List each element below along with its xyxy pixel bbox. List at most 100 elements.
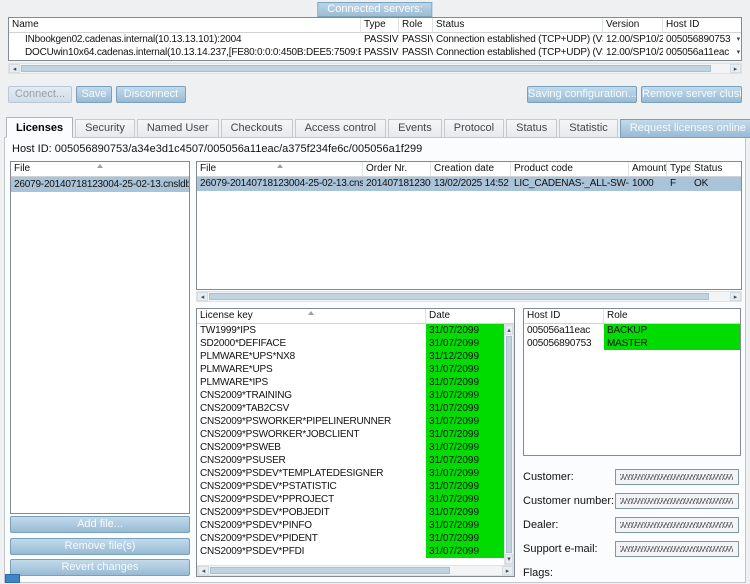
customer-field[interactable] xyxy=(615,469,739,485)
license-key-row[interactable]: CNS2009*PSWORKER*JOBCLIENT31/07/2099 xyxy=(197,428,504,441)
cluster-row[interactable]: 005056890753MASTER xyxy=(524,337,740,350)
combo-arrow-icon[interactable]: ▾ xyxy=(737,47,740,58)
license-key-date: 31/07/2099 xyxy=(426,376,504,389)
scroll-thumb[interactable] xyxy=(209,293,709,300)
tab-request-licenses-online[interactable]: Request licenses online xyxy=(620,119,750,138)
license-key-row[interactable]: CNS2009*PSDEV*PFDI31/07/2099 xyxy=(197,545,504,558)
remove-server-cluster-button[interactable]: Remove server cluster xyxy=(641,86,742,103)
partial-button[interactable] xyxy=(5,574,20,583)
license-key-name: CNS2009*PSUSER xyxy=(197,454,426,467)
license-key-row[interactable]: PLMWARE*IPS31/07/2099 xyxy=(197,376,504,389)
scroll-right-icon[interactable]: ▸ xyxy=(730,292,741,301)
column-header-amount[interactable]: Amount xyxy=(629,162,667,176)
column-header-role[interactable]: Role xyxy=(604,309,740,323)
license-key-row[interactable]: PLMWARE*UPS*NX831/12/2099 xyxy=(197,350,504,363)
scroll-track[interactable] xyxy=(505,335,513,554)
form-row-support-e-mail: Support e-mail: xyxy=(523,541,741,558)
license-key-row[interactable]: CNS2009*PSDEV*PPROJECT31/07/2099 xyxy=(197,493,504,506)
column-header-host-id[interactable]: Host ID xyxy=(663,18,741,32)
column-header-host-id[interactable]: Host ID xyxy=(524,309,604,323)
date-column-header[interactable]: Date xyxy=(426,309,504,323)
license-key-row[interactable]: CNS2009*PSDEV*PINFO31/07/2099 xyxy=(197,519,504,532)
license-key-column-header[interactable]: License key xyxy=(197,309,426,323)
tab-access-control[interactable]: Access control xyxy=(295,119,387,138)
saving-configuration-button[interactable]: Saving configuration... xyxy=(527,86,637,103)
tab-security[interactable]: Security xyxy=(75,119,135,138)
column-header-file[interactable]: File xyxy=(197,162,363,176)
column-header-status[interactable]: Status xyxy=(433,18,603,32)
tab-status[interactable]: Status xyxy=(506,119,557,138)
details-hscrollbar[interactable]: ◂ ▸ xyxy=(196,291,742,302)
customer-number-field[interactable] xyxy=(615,493,739,509)
column-header-creation-date[interactable]: Creation date xyxy=(431,162,511,176)
servers-hscrollbar[interactable]: ◂ ▸ xyxy=(8,63,742,74)
scroll-thumb[interactable] xyxy=(210,567,450,574)
scroll-track[interactable] xyxy=(209,566,502,575)
revert-changes-button[interactable]: Revert changes xyxy=(10,559,190,576)
column-header-order-nr[interactable]: Order Nr. xyxy=(363,162,431,176)
scroll-left-icon[interactable]: ◂ xyxy=(197,292,208,301)
sort-ascending-icon xyxy=(277,164,283,168)
cluster-role: BACKUP xyxy=(604,324,740,337)
disconnect-button[interactable]: Disconnect xyxy=(116,86,186,103)
license-keys-vscrollbar[interactable]: ▴ ▾ xyxy=(504,324,514,565)
tab-licenses[interactable]: Licenses xyxy=(6,117,73,138)
license-key-name: CNS2009*PSDEV*PIDENT xyxy=(197,532,426,545)
support-e-mail-field[interactable] xyxy=(615,541,739,557)
column-header-status[interactable]: Status xyxy=(691,162,741,176)
file-details-row[interactable]: 26079-20140718123004-25-02-13.cnsldb2014… xyxy=(197,177,741,191)
server-row[interactable]: INbookgen02.cadenas.internal(10.13.13.10… xyxy=(9,33,741,46)
tab-statistic[interactable]: Statistic xyxy=(559,119,618,138)
license-key-row[interactable]: SD2000*DEFIFACE31/07/2099 xyxy=(197,337,504,350)
license-key-row[interactable]: CNS2009*PSDEV*PSTATISTIC31/07/2099 xyxy=(197,480,504,493)
scroll-thumb[interactable] xyxy=(506,336,512,553)
file-list-column-header[interactable]: File xyxy=(11,162,189,176)
scroll-down-icon[interactable]: ▾ xyxy=(505,554,513,564)
scroll-track[interactable] xyxy=(20,64,730,73)
license-key-row[interactable]: CNS2009*TAB2CSV31/07/2099 xyxy=(197,402,504,415)
license-key-row[interactable]: TW1999*IPS31/07/2099 xyxy=(197,324,504,337)
scroll-track[interactable] xyxy=(208,292,730,301)
add-file-button[interactable]: Add file... xyxy=(10,516,190,533)
dealer-field[interactable] xyxy=(615,517,739,533)
cluster-row[interactable]: 005056a11eacBACKUP xyxy=(524,324,740,337)
scroll-left-icon[interactable]: ◂ xyxy=(9,64,20,73)
license-key-row[interactable]: CNS2009*PSDEV*PIDENT31/07/2099 xyxy=(197,532,504,545)
scroll-left-icon[interactable]: ◂ xyxy=(198,566,209,575)
tab-named-user[interactable]: Named User xyxy=(137,119,219,138)
column-header-role[interactable]: Role xyxy=(399,18,433,32)
column-header-type[interactable]: Type xyxy=(667,162,691,176)
license-key-name: CNS2009*PSDEV*POBJEDIT xyxy=(197,506,426,519)
column-header-version[interactable]: Version xyxy=(603,18,663,32)
redacted-scribble xyxy=(620,474,733,480)
remove-files-button[interactable]: Remove file(s) xyxy=(10,538,190,555)
connect-button[interactable]: Connect... xyxy=(8,86,72,103)
license-key-row[interactable]: PLMWARE*UPS31/07/2099 xyxy=(197,363,504,376)
license-key-name: CNS2009*PSDEV*PFDI xyxy=(197,545,426,558)
license-keys-hscrollbar[interactable]: ◂ ▸ xyxy=(197,565,514,576)
license-key-row[interactable]: CNS2009*PSUSER31/07/2099 xyxy=(197,454,504,467)
save-button[interactable]: Save xyxy=(76,86,112,103)
license-key-name: CNS2009*PSDEV*TEMPLATEDESIGNER xyxy=(197,467,426,480)
license-key-row[interactable]: CNS2009*PSDEV*POBJEDIT31/07/2099 xyxy=(197,506,504,519)
license-key-name: CNS2009*PSDEV*PINFO xyxy=(197,519,426,532)
server-row[interactable]: DOCUwin10x64.cadenas.internal(10.13.14.2… xyxy=(9,46,741,59)
form-row-customer: Customer: xyxy=(523,469,741,486)
scroll-up-icon[interactable]: ▴ xyxy=(505,325,513,335)
column-header-product-code[interactable]: Product code xyxy=(511,162,629,176)
license-key-row[interactable]: CNS2009*PSWEB31/07/2099 xyxy=(197,441,504,454)
tab-checkouts[interactable]: Checkouts xyxy=(221,119,293,138)
column-header-type[interactable]: Type xyxy=(361,18,399,32)
column-header-name[interactable]: Name xyxy=(9,18,361,32)
license-key-row[interactable]: CNS2009*PSDEV*TEMPLATEDESIGNER31/07/2099 xyxy=(197,467,504,480)
tab-protocol[interactable]: Protocol xyxy=(444,119,504,138)
license-key-row[interactable]: CNS2009*PSWORKER*PIPELINERUNNER31/07/209… xyxy=(197,415,504,428)
combo-arrow-icon[interactable]: ▾ xyxy=(737,34,740,45)
scroll-right-icon[interactable]: ▸ xyxy=(502,566,513,575)
file-list-item[interactable]: 26079-20140718123004-25-02-13.cnsldb xyxy=(11,177,189,192)
tab-events[interactable]: Events xyxy=(388,119,442,138)
license-key-name: CNS2009*PSWORKER*JOBCLIENT xyxy=(197,428,426,441)
scroll-right-icon[interactable]: ▸ xyxy=(730,64,741,73)
scroll-thumb[interactable] xyxy=(21,65,711,72)
license-key-row[interactable]: CNS2009*TRAINING31/07/2099 xyxy=(197,389,504,402)
